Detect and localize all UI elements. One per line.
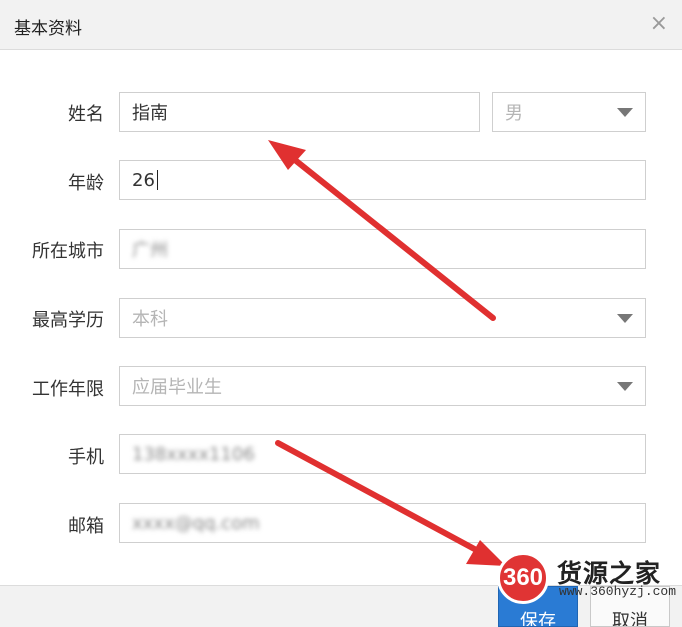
- watermark-url: www.360hyzj.com: [559, 584, 677, 599]
- site-watermark: 360 货源之家 www.360hyzj.com: [497, 550, 682, 605]
- watermark-badge: 360: [497, 552, 549, 604]
- annotation-arrows: [268, 140, 506, 566]
- annotation-arrow-icon: [275, 440, 506, 566]
- annotation-arrow-icon: [268, 140, 496, 321]
